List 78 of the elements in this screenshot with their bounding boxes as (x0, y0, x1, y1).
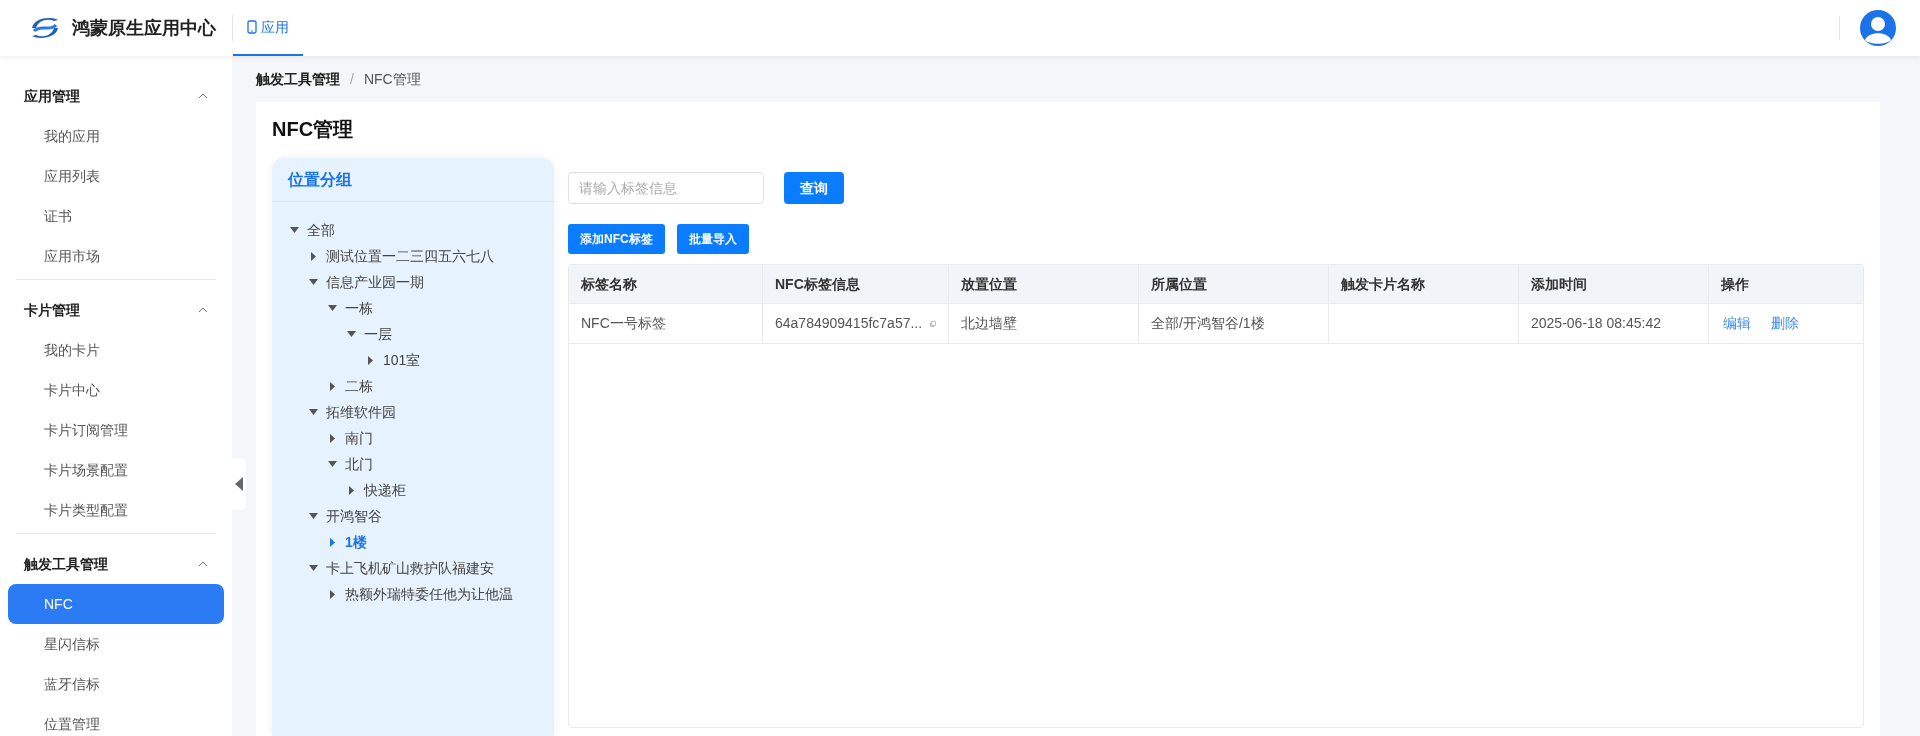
tree-node[interactable]: 二栋 (290, 373, 554, 399)
sidebar-item[interactable]: 卡片中心 (8, 370, 224, 410)
caret-down-icon (290, 227, 299, 233)
column-header: 添加时间 (1518, 265, 1708, 303)
search-field[interactable]: 请输入标签信息 (568, 172, 764, 204)
caret-right-icon (309, 251, 318, 261)
sidebar-item[interactable]: 卡片类型配置 (8, 490, 224, 530)
tree-node[interactable]: 南门 (290, 425, 554, 451)
collapse-handle[interactable] (232, 458, 246, 510)
breadcrumb-item: NFC管理 (363, 69, 421, 89)
column-header: 标签名称 (580, 274, 638, 294)
caret-down-icon (328, 461, 337, 467)
sidebar-group-header[interactable]: 触发工具管理 (8, 544, 224, 584)
sidebar-group-header[interactable]: 卡片管理 (8, 290, 224, 330)
caret-right-icon (347, 485, 356, 495)
tree-node[interactable]: 北门 (290, 451, 554, 477)
sidebar-item[interactable]: 证书 (8, 196, 224, 236)
caret-down-icon (347, 331, 356, 337)
sidebar-item[interactable]: 位置管理 (8, 704, 224, 736)
sidebar-item[interactable]: 应用列表 (8, 156, 224, 196)
chevron-up-icon (198, 93, 208, 99)
sidebar-item[interactable]: 蓝牙信标 (8, 664, 224, 704)
tree-node[interactable]: 拓维软件园 (290, 399, 554, 425)
caret-right-icon (328, 537, 337, 547)
tree-node[interactable]: 全部 (290, 217, 554, 243)
app-title: 鸿蒙原生应用中心 (72, 16, 216, 40)
table-cell-text: 北边墙壁 (961, 314, 1017, 333)
avatar-icon[interactable] (1860, 10, 1896, 46)
search-button[interactable]: 查询 (784, 172, 844, 204)
sidebar-item[interactable]: 我的卡片 (8, 330, 224, 370)
sidebar-item[interactable]: 我的应用 (8, 116, 224, 156)
breadcrumb-separator: / (350, 69, 354, 89)
nav-tab[interactable]: 应用 (233, 0, 303, 56)
table-link[interactable]: 编辑 (1723, 313, 1751, 334)
tree-node[interactable]: 1楼 (290, 529, 554, 555)
column-header: 放置位置 (948, 265, 1138, 303)
column-header: 所属位置 (1138, 265, 1328, 303)
column-header: 操作 (1708, 265, 1863, 303)
sidebar-group-header[interactable]: 应用管理 (8, 76, 224, 116)
tree-title: 位置分组 (272, 158, 554, 202)
tree-node[interactable]: 一层 (290, 321, 554, 347)
caret-right-icon (366, 355, 375, 365)
chevron-up-icon (198, 561, 208, 567)
caret-down-icon (309, 279, 318, 285)
caret-down-icon (309, 565, 318, 571)
tree-node[interactable]: 测试位置一二三四五六七八 (290, 243, 554, 269)
caret-down-icon (309, 409, 318, 415)
table-cell-text: 64a784909415fc7a57... (775, 314, 923, 333)
caret-right-icon (328, 433, 337, 443)
tree-node[interactable]: 信息产业园一期 (290, 269, 554, 295)
sidebar-item[interactable]: 卡片订阅管理 (8, 410, 224, 450)
breadcrumb-item[interactable]: 触发工具管理 (256, 68, 340, 90)
table-cell-text: NFC一号标签 (581, 314, 666, 333)
caret-down-icon (309, 513, 318, 519)
table-cell-text: 2025-06-18 08:45:42 (1531, 314, 1661, 333)
phone-icon (247, 20, 257, 34)
chevron-up-icon (198, 307, 208, 313)
action-button[interactable]: 添加NFC标签 (568, 224, 665, 254)
caret-right-icon (328, 381, 337, 391)
column-header: 触发卡片名称 (1328, 265, 1518, 303)
sidebar-item[interactable]: NFC (8, 584, 224, 624)
tree-node[interactable]: 一栋 (290, 295, 554, 321)
tree-node[interactable]: 开鸿智谷 (290, 503, 554, 529)
sidebar-item[interactable]: 星闪信标 (8, 624, 224, 664)
table-cell-text: 全部/开鸿智谷/1楼 (1151, 314, 1265, 333)
sidebar-item[interactable]: 卡片场景配置 (8, 450, 224, 490)
sidebar-item[interactable]: 应用市场 (8, 236, 224, 276)
tree-node[interactable]: 热额外瑞特委任他为让他温 (290, 581, 554, 607)
page-title: NFC管理 (272, 117, 355, 142)
tree-node[interactable]: 101室 (290, 347, 554, 373)
tree-node[interactable]: 快递柜 (290, 477, 554, 503)
column-header: NFC标签信息 (762, 265, 948, 303)
tree-node[interactable]: 卡上飞机矿山救护队福建安 (290, 555, 554, 581)
table-link[interactable]: 删除 (1771, 313, 1799, 334)
collapse-icon (235, 477, 243, 491)
action-button[interactable]: 批量导入 (676, 224, 749, 254)
caret-down-icon (328, 305, 337, 311)
caret-right-icon (328, 589, 337, 599)
